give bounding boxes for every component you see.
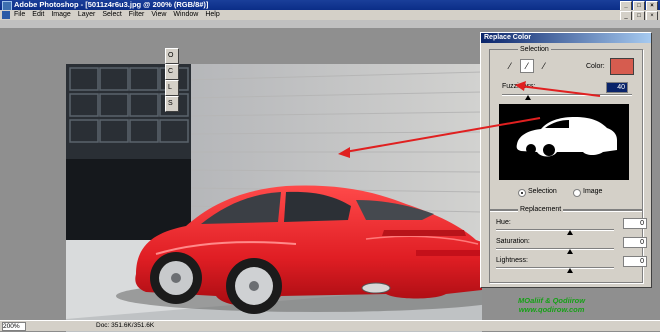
- selection-radio-label[interactable]: Selection: [528, 187, 557, 196]
- hue-slider[interactable]: [496, 229, 614, 231]
- menu-image[interactable]: Image: [51, 10, 70, 20]
- menu-view[interactable]: View: [151, 10, 166, 20]
- selection-group: Selection ⁄ ⁄ ⁄ Color: Fuzziness: 40 Sel…: [489, 45, 643, 211]
- selection-group-label: Selection: [518, 45, 551, 54]
- eyedropper-icon[interactable]: ⁄: [504, 60, 516, 72]
- document-icon[interactable]: [2, 11, 10, 19]
- lightness-slider-knob[interactable]: [567, 268, 573, 273]
- ok-button[interactable]: O: [165, 48, 179, 64]
- image-radio[interactable]: [573, 189, 581, 197]
- replacement-group: Replacement Hue: 0 Saturation: 0 Lightne…: [489, 205, 647, 283]
- load-button[interactable]: L: [165, 80, 179, 96]
- hue-label: Hue:: [496, 219, 511, 226]
- watermark-line1: MOaliif & Qodiirow: [518, 296, 586, 305]
- menu-window[interactable]: Window: [173, 10, 198, 20]
- menu-bar: File Edit Image Layer Select Filter View…: [0, 10, 660, 21]
- hue-slider-knob[interactable]: [567, 230, 573, 235]
- cancel-button[interactable]: C: [165, 64, 179, 80]
- lightness-field[interactable]: 0: [623, 256, 647, 267]
- replacement-group-label: Replacement: [518, 205, 564, 214]
- status-bar: 200% Doc: 351.6K/351.6K: [0, 320, 660, 331]
- saturation-field[interactable]: 0: [623, 237, 647, 248]
- menu-help[interactable]: Help: [205, 10, 219, 20]
- hue-field[interactable]: 0: [623, 218, 647, 229]
- fuzziness-label: Fuzziness:: [502, 83, 536, 90]
- selection-preview: [499, 104, 629, 180]
- color-swatch[interactable]: [610, 58, 634, 75]
- replace-color-dialog: Replace Color Selection ⁄ ⁄ ⁄ Color: Fuz…: [480, 32, 652, 288]
- menu-filter[interactable]: Filter: [129, 10, 145, 20]
- eyedropper-plus-icon[interactable]: ⁄: [520, 59, 534, 73]
- selection-radio[interactable]: [518, 189, 526, 197]
- title-bar: Adobe Photoshop - [5011z4r6u3.jpg @ 200%…: [0, 0, 660, 11]
- fuzziness-slider[interactable]: [502, 94, 632, 96]
- window-title: Adobe Photoshop - [5011z4r6u3.jpg @ 200%…: [14, 0, 209, 9]
- image-canvas[interactable]: [66, 64, 482, 332]
- fuzziness-slider-knob[interactable]: [525, 95, 531, 100]
- saturation-slider[interactable]: [496, 248, 614, 250]
- menu-select[interactable]: Select: [102, 10, 121, 20]
- saturation-label: Saturation:: [496, 238, 530, 245]
- saturation-slider-knob[interactable]: [567, 249, 573, 254]
- save-button[interactable]: S: [165, 96, 179, 112]
- menu-file[interactable]: File: [14, 10, 25, 20]
- image-radio-label[interactable]: Image: [583, 187, 602, 196]
- car-photo: [66, 64, 482, 332]
- eyedropper-minus-icon[interactable]: ⁄: [538, 60, 550, 72]
- watermark: MOaliif & Qodiirow www.qodirow.com: [518, 296, 585, 314]
- watermark-line2: www.qodirow.com: [518, 305, 585, 314]
- color-label: Color:: [586, 63, 605, 70]
- lightness-slider[interactable]: [496, 267, 614, 269]
- menu-edit[interactable]: Edit: [32, 10, 44, 20]
- fuzziness-field[interactable]: 40: [606, 82, 628, 93]
- car-mask-preview: [516, 117, 617, 157]
- menu-layer[interactable]: Layer: [78, 10, 96, 20]
- dialog-title[interactable]: Replace Color: [481, 33, 651, 43]
- lightness-label: Lightness:: [496, 257, 528, 264]
